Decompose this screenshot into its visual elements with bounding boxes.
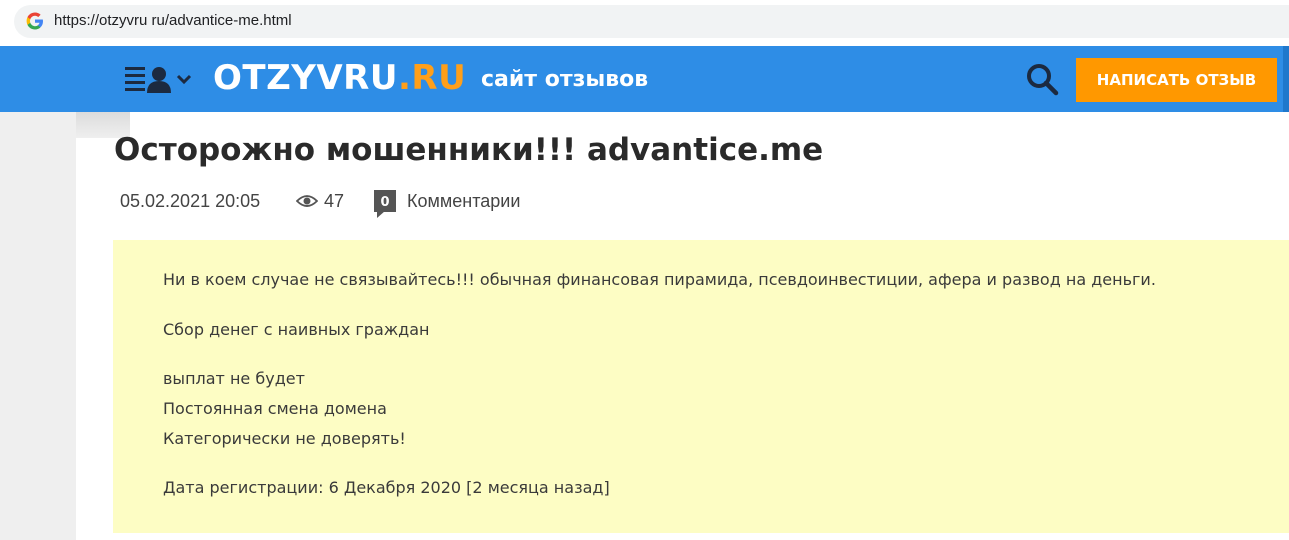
- eye-icon: [296, 195, 318, 207]
- search-icon[interactable]: [1025, 62, 1059, 96]
- comments-link[interactable]: Комментарии: [407, 190, 520, 212]
- review-paragraph: Постоянная смена домена: [163, 399, 387, 418]
- review-paragraph: Сбор денег с наивных граждан: [163, 320, 430, 339]
- view-count: 47: [324, 191, 345, 211]
- google-icon: [26, 12, 43, 30]
- comment-count: 0: [380, 195, 389, 210]
- menu-user-icon[interactable]: [123, 64, 195, 96]
- article-date: 05.02.2021 20:05: [120, 191, 261, 211]
- site-logo[interactable]: OTZYVRU.RU: [213, 58, 466, 98]
- left-margin: [0, 112, 76, 540]
- registration-date: Дата регистрации: 6 Декабря 2020 [2 меся…: [163, 478, 610, 497]
- site-tagline: сайт отзывов: [481, 67, 649, 92]
- logo-main: OTZYVRU: [213, 58, 398, 98]
- site-header: OTZYVRU.RU сайт отзывов НАПИСАТЬ ОТЗЫВ: [0, 46, 1289, 112]
- url-field[interactable]: https://otzyvru ru/advantice-me.html: [14, 5, 1289, 38]
- header-edge: [1283, 46, 1289, 112]
- review-paragraph: Категорически не доверять!: [163, 429, 406, 448]
- logo-accent: .RU: [397, 58, 467, 98]
- review-body: Ни в коем случае не связывайтесь!!! обыч…: [113, 240, 1289, 533]
- url-text: https://otzyvru ru/advantice-me.html: [54, 12, 292, 29]
- comment-count-icon[interactable]: 0: [374, 190, 396, 218]
- review-paragraph: Ни в коем случае не связывайтесь!!! обыч…: [163, 270, 1156, 289]
- write-review-button[interactable]: НАПИСАТЬ ОТЗЫВ: [1076, 58, 1277, 102]
- review-paragraph: выплат не будет: [163, 369, 305, 388]
- browser-address-bar: https://otzyvru ru/advantice-me.html: [0, 0, 1289, 44]
- article-title: Осторожно мошенники!!! advantice.me: [114, 132, 824, 168]
